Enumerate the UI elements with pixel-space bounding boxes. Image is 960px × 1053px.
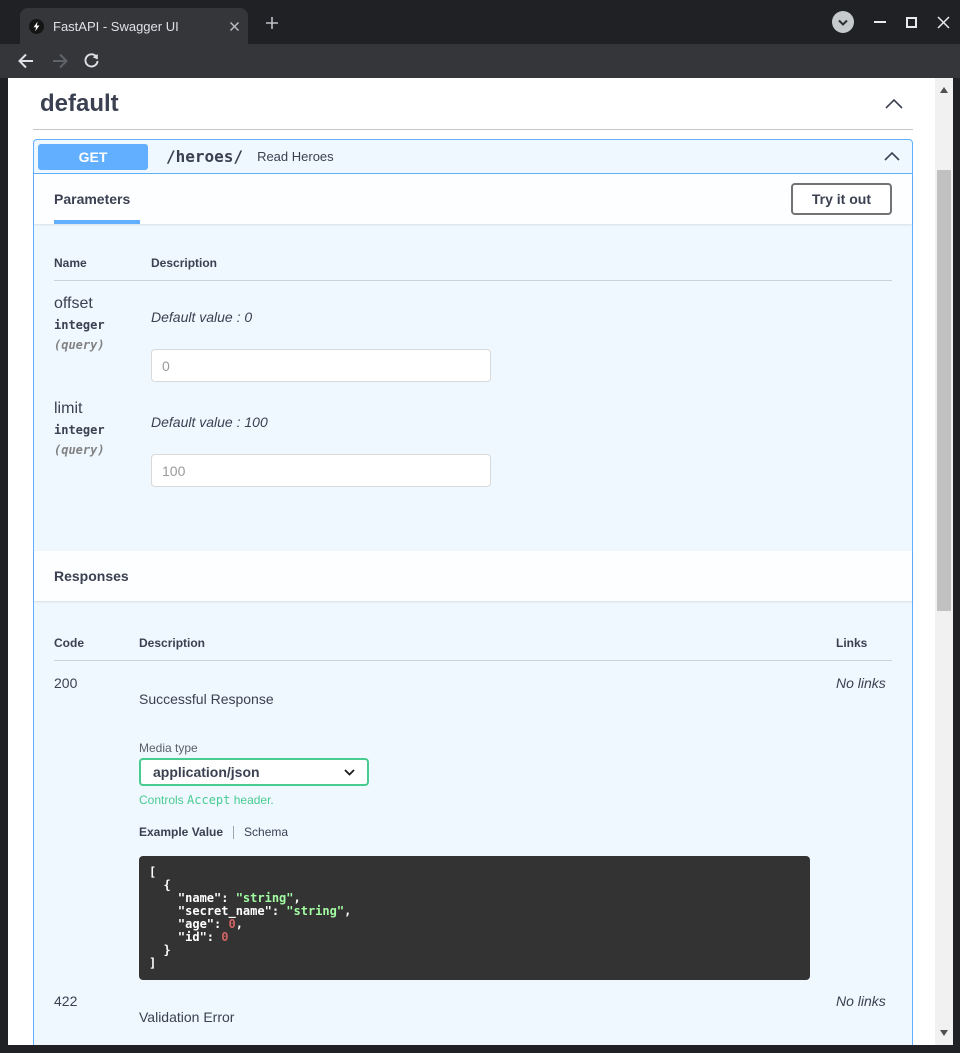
browser-tab[interactable]: FastAPI - Swagger UI: [20, 8, 248, 44]
chevron-down-icon: [344, 769, 355, 776]
column-name: Name: [54, 256, 151, 270]
response-description: Validation Error: [139, 1009, 836, 1025]
parameters-header: Parameters Try it out: [34, 174, 912, 224]
response-description: Successful Response: [139, 691, 836, 707]
param-location: (query): [54, 338, 151, 352]
param-location: (query): [54, 443, 151, 457]
media-type-select[interactable]: application/json: [139, 758, 369, 786]
new-tab-button[interactable]: [262, 13, 282, 33]
response-row-422: 422 Validation Error No links: [54, 993, 892, 1025]
media-type-label: Media type: [139, 741, 836, 755]
reload-icon[interactable]: [82, 52, 101, 71]
example-code: [ { "name": "string", "secret_name": "st…: [139, 856, 810, 980]
maximize-button[interactable]: [906, 17, 917, 28]
tag-title: default: [40, 90, 119, 118]
parameter-row-offset: offset integer (query) Default value : 0: [54, 295, 892, 382]
operation-summary-text: Read Heroes: [257, 149, 334, 164]
collapse-tag-chevron-up-icon[interactable]: [885, 99, 903, 109]
browser-titlebar: FastAPI - Swagger UI: [0, 0, 960, 44]
accept-header-note: Controls Accept header.: [139, 793, 836, 807]
parameters-table: Name Description offset integer (query) …: [34, 224, 912, 551]
response-links: No links: [836, 675, 892, 980]
offset-input[interactable]: [151, 349, 491, 382]
column-links: Links: [836, 636, 892, 650]
parameters-title: Parameters: [54, 191, 130, 207]
responses-header: Responses: [34, 551, 912, 601]
column-description: Description: [151, 256, 217, 270]
method-badge: GET: [38, 144, 148, 170]
column-description: Description: [139, 636, 836, 650]
close-window-button[interactable]: [937, 16, 950, 29]
operation-summary[interactable]: GET /heroes/ Read Heroes: [34, 140, 912, 174]
operation-path: /heroes/: [166, 147, 243, 166]
tab-example-value[interactable]: Example Value: [139, 825, 223, 839]
tag-section-header[interactable]: default: [33, 78, 913, 130]
parameters-tab: Parameters: [54, 174, 140, 224]
back-icon[interactable]: [16, 51, 36, 71]
tab-divider: [233, 826, 234, 839]
param-default-text: Default value : 0: [151, 309, 892, 325]
forward-icon[interactable]: [50, 51, 70, 71]
param-name: limit: [54, 400, 151, 418]
param-type: integer: [54, 423, 151, 437]
column-code: Code: [54, 636, 139, 650]
tab-schema[interactable]: Schema: [244, 825, 288, 839]
collapse-operation-chevron-up-icon[interactable]: [884, 152, 900, 161]
param-name: offset: [54, 295, 151, 313]
response-row-200: 200 Successful Response Media type appli…: [54, 675, 892, 980]
response-links: No links: [836, 993, 892, 1025]
minimize-button[interactable]: [874, 21, 886, 23]
window-controls: [832, 11, 950, 33]
page-content: default GET /heroes/ Read Heroes Paramet…: [8, 78, 935, 1045]
operation-block: GET /heroes/ Read Heroes Parameters Try …: [33, 139, 913, 1045]
try-it-out-button[interactable]: Try it out: [791, 183, 892, 215]
tab-title: FastAPI - Swagger UI: [53, 19, 229, 34]
response-code: 422: [54, 993, 139, 1025]
page-scrollbar[interactable]: [935, 78, 953, 1045]
chrome-status-icon[interactable]: [832, 11, 854, 33]
response-code: 200: [54, 675, 139, 980]
fastapi-favicon-icon: [29, 19, 44, 34]
limit-input[interactable]: [151, 454, 491, 487]
param-default-text: Default value : 100: [151, 414, 892, 430]
scrollbar-thumb[interactable]: [937, 170, 951, 611]
media-type-value: application/json: [153, 764, 260, 780]
param-type: integer: [54, 318, 151, 332]
scroll-up-arrow-icon[interactable]: [940, 87, 948, 93]
responses-table: Code Description Links 200 Successful Re…: [34, 601, 912, 1025]
browser-toolbar: 127.0.0.1:8000/docs#/default/read_heroes…: [0, 44, 960, 78]
tab-close-icon[interactable]: [229, 21, 240, 32]
scroll-down-arrow-icon[interactable]: [940, 1030, 948, 1036]
parameter-row-limit: limit integer (query) Default value : 10…: [54, 400, 892, 487]
responses-title: Responses: [54, 568, 129, 584]
